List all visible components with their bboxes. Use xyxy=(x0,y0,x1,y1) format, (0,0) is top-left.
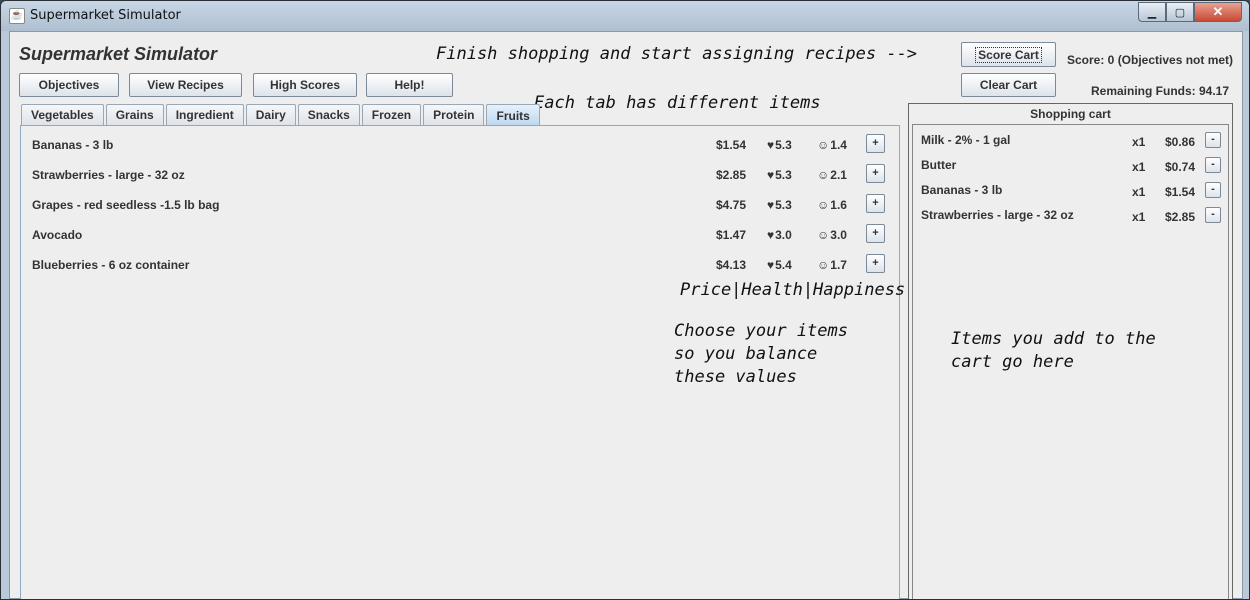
window-title: Supermarket Simulator xyxy=(30,8,181,23)
remove-item-button[interactable]: - xyxy=(1205,182,1221,198)
items-panel: Bananas - 3 lb $1.54 ♥5.3 ☺1.4 + Strawbe… xyxy=(20,125,905,599)
item-price: $4.13 xyxy=(716,258,747,272)
smiley-icon: ☺ xyxy=(817,198,830,212)
item-row: Grapes - red seedless -1.5 lb bag $4.75 … xyxy=(21,193,899,217)
item-health: ♥3.0 xyxy=(767,228,792,242)
shopping-cart-panel: Shopping cart Milk - 2% - 1 gal x1 $0.86… xyxy=(908,103,1233,599)
tab-vegetables[interactable]: Vegetables xyxy=(21,104,104,125)
item-happiness: ☺3.0 xyxy=(817,228,847,242)
item-happiness: ☺1.4 xyxy=(817,138,847,152)
cart-item-qty: x1 xyxy=(1132,135,1146,149)
heart-icon: ♥ xyxy=(767,258,775,272)
score-cart-button[interactable]: Score Cart xyxy=(961,42,1056,67)
item-name: Bananas - 3 lb xyxy=(32,138,114,152)
app-title: Supermarket Simulator xyxy=(19,44,218,64)
item-happiness: ☺1.7 xyxy=(817,258,847,272)
annotation-columns: Price|Health|Happiness xyxy=(680,280,906,300)
cart-item-name: Strawberries - large - 32 oz xyxy=(921,208,1074,222)
item-price: $1.47 xyxy=(716,228,747,242)
java-icon: ☕ xyxy=(9,8,25,24)
item-price: $1.54 xyxy=(716,138,747,152)
score-text: Score: 0 (Objectives not met) xyxy=(1067,53,1234,67)
item-row: Bananas - 3 lb $1.54 ♥5.3 ☺1.4 + xyxy=(21,133,899,157)
item-happiness: ☺2.1 xyxy=(817,168,847,182)
item-happiness: ☺1.6 xyxy=(817,198,847,212)
tab-fruits[interactable]: Fruits xyxy=(486,104,540,126)
annotation-balance: Choose your items so you balance these v… xyxy=(674,321,848,387)
score-cart-label: Score Cart xyxy=(975,46,1042,63)
heart-icon: ♥ xyxy=(767,168,775,182)
cart-item-qty: x1 xyxy=(1132,160,1146,174)
tab-ingredient[interactable]: Ingredient xyxy=(165,104,244,125)
cart-item-price: $1.54 xyxy=(1165,185,1196,199)
annotation-cart: Items you add to the cart go here xyxy=(951,329,1156,372)
item-price: $4.75 xyxy=(716,198,747,212)
item-name: Strawberries - large - 32 oz xyxy=(32,168,185,182)
clear-cart-button[interactable]: Clear Cart xyxy=(961,73,1056,97)
high-scores-button[interactable]: High Scores xyxy=(253,73,357,97)
cart-item: Milk - 2% - 1 gal x1 $0.86 - xyxy=(913,130,1228,152)
close-button[interactable]: ✕ xyxy=(1194,2,1242,22)
help-button[interactable]: Help! xyxy=(366,73,453,97)
smiley-icon: ☺ xyxy=(817,168,830,182)
title-bar: ☕ Supermarket Simulator ▁ ▢ ✕ xyxy=(1,1,1249,31)
cart-item-name: Milk - 2% - 1 gal xyxy=(921,133,1011,147)
remove-item-button[interactable]: - xyxy=(1205,157,1221,173)
item-row: Strawberries - large - 32 oz $2.85 ♥5.3 … xyxy=(21,163,899,187)
add-item-button[interactable]: + xyxy=(866,134,885,153)
heart-icon: ♥ xyxy=(767,138,775,152)
annotation-tabs: Each tab has different items xyxy=(534,93,821,113)
cart-item-price: $2.85 xyxy=(1165,210,1196,224)
tab-snacks[interactable]: Snacks xyxy=(297,104,360,125)
add-item-button[interactable]: + xyxy=(866,224,885,243)
tab-grains[interactable]: Grains xyxy=(105,104,164,125)
item-name: Blueberries - 6 oz container xyxy=(32,258,190,272)
category-tabs: Vegetables Grains Ingredient Dairy Snack… xyxy=(21,104,542,126)
tab-dairy[interactable]: Dairy xyxy=(245,104,296,125)
item-health: ♥5.3 xyxy=(767,198,792,212)
cart-list: Milk - 2% - 1 gal x1 $0.86 - Butter x1 $… xyxy=(912,124,1229,599)
tab-protein[interactable]: Protein xyxy=(423,104,485,125)
maximize-button[interactable]: ▢ xyxy=(1166,2,1194,22)
heart-icon: ♥ xyxy=(767,198,775,212)
cart-item: Strawberries - large - 32 oz x1 $2.85 - xyxy=(913,205,1228,227)
item-row: Avocado $1.47 ♥3.0 ☺3.0 + xyxy=(21,223,899,247)
app-window: ☕ Supermarket Simulator ▁ ▢ ✕ Supermarke… xyxy=(0,0,1250,600)
smiley-icon: ☺ xyxy=(817,138,830,152)
item-name: Grapes - red seedless -1.5 lb bag xyxy=(32,198,220,212)
heart-icon: ♥ xyxy=(767,228,775,242)
minimize-button[interactable]: ▁ xyxy=(1138,2,1166,22)
item-health: ♥5.3 xyxy=(767,168,792,182)
cart-item-qty: x1 xyxy=(1132,210,1146,224)
objectives-button[interactable]: Objectives xyxy=(19,73,119,97)
add-item-button[interactable]: + xyxy=(866,194,885,213)
item-price: $2.85 xyxy=(716,168,747,182)
cart-item-name: Butter xyxy=(921,158,957,172)
cart-item-name: Bananas - 3 lb xyxy=(921,183,1003,197)
remove-item-button[interactable]: - xyxy=(1205,207,1221,223)
item-health: ♥5.4 xyxy=(767,258,792,272)
cart-item-qty: x1 xyxy=(1132,185,1146,199)
add-item-button[interactable]: + xyxy=(866,254,885,273)
cart-item-price: $0.74 xyxy=(1165,160,1196,174)
cart-item-price: $0.86 xyxy=(1165,135,1196,149)
add-item-button[interactable]: + xyxy=(866,164,885,183)
main-content: Supermarket Simulator Finish shopping an… xyxy=(9,31,1243,599)
annotation-finish: Finish shopping and start assigning reci… xyxy=(436,44,918,64)
smiley-icon: ☺ xyxy=(817,228,830,242)
cart-title: Shopping cart xyxy=(1030,107,1111,121)
view-recipes-button[interactable]: View Recipes xyxy=(129,73,242,97)
cart-item: Butter x1 $0.74 - xyxy=(913,155,1228,177)
cart-item: Bananas - 3 lb x1 $1.54 - xyxy=(913,180,1228,202)
remove-item-button[interactable]: - xyxy=(1205,132,1221,148)
item-health: ♥5.3 xyxy=(767,138,792,152)
tab-frozen[interactable]: Frozen xyxy=(361,104,422,125)
smiley-icon: ☺ xyxy=(817,258,830,272)
item-row: Blueberries - 6 oz container $4.13 ♥5.4 … xyxy=(21,253,899,277)
remaining-funds: Remaining Funds: 94.17 xyxy=(1091,84,1230,98)
item-name: Avocado xyxy=(32,228,83,242)
